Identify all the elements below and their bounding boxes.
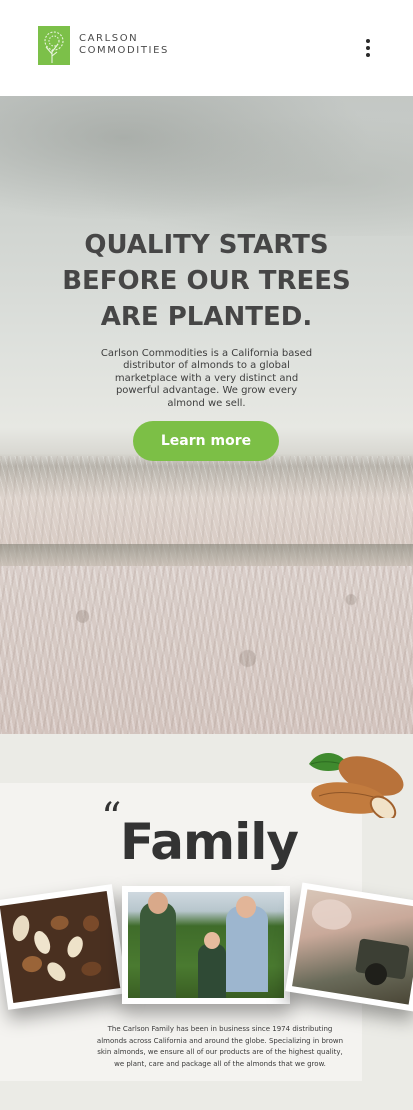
learn-more-button[interactable]: Learn more	[133, 421, 279, 461]
hero-horizon	[0, 544, 413, 568]
brand-name[interactable]: CARLSON COMMODITIES	[79, 33, 169, 57]
hero-title: QUALITY STARTS BEFORE OUR TREES ARE PLAN…	[40, 227, 373, 335]
family-description: The Carlson Family has been in business …	[96, 1025, 344, 1068]
hero-title-line3: ARE PLANTED.	[100, 302, 313, 332]
site-header: CARLSON COMMODITIES	[0, 0, 413, 96]
tree-logo-icon[interactable]	[38, 26, 70, 65]
hero-section: QUALITY STARTS BEFORE OUR TREES ARE PLAN…	[0, 96, 413, 734]
hero-description: Carlson Commodities is a California base…	[100, 348, 313, 409]
family-title: Family	[120, 813, 299, 871]
hero-title-line2: BEFORE OUR TREES	[62, 266, 351, 296]
family-section: “ Family The Carlson Family has been in …	[0, 734, 413, 1110]
kebab-menu-icon[interactable]	[358, 36, 378, 60]
almond-icon	[309, 752, 404, 818]
quote-mark: “	[101, 795, 122, 841]
brand-name-line2: COMMODITIES	[79, 45, 169, 56]
hero-sky	[0, 96, 413, 236]
orchard-tractor-photo	[285, 882, 413, 1012]
family-photo	[122, 886, 290, 1004]
hero-title-line1: QUALITY STARTS	[84, 230, 329, 260]
brand-name-line1: CARLSON	[79, 33, 139, 44]
hero-orchard-field	[0, 566, 413, 734]
nuts-photo	[0, 884, 128, 1010]
